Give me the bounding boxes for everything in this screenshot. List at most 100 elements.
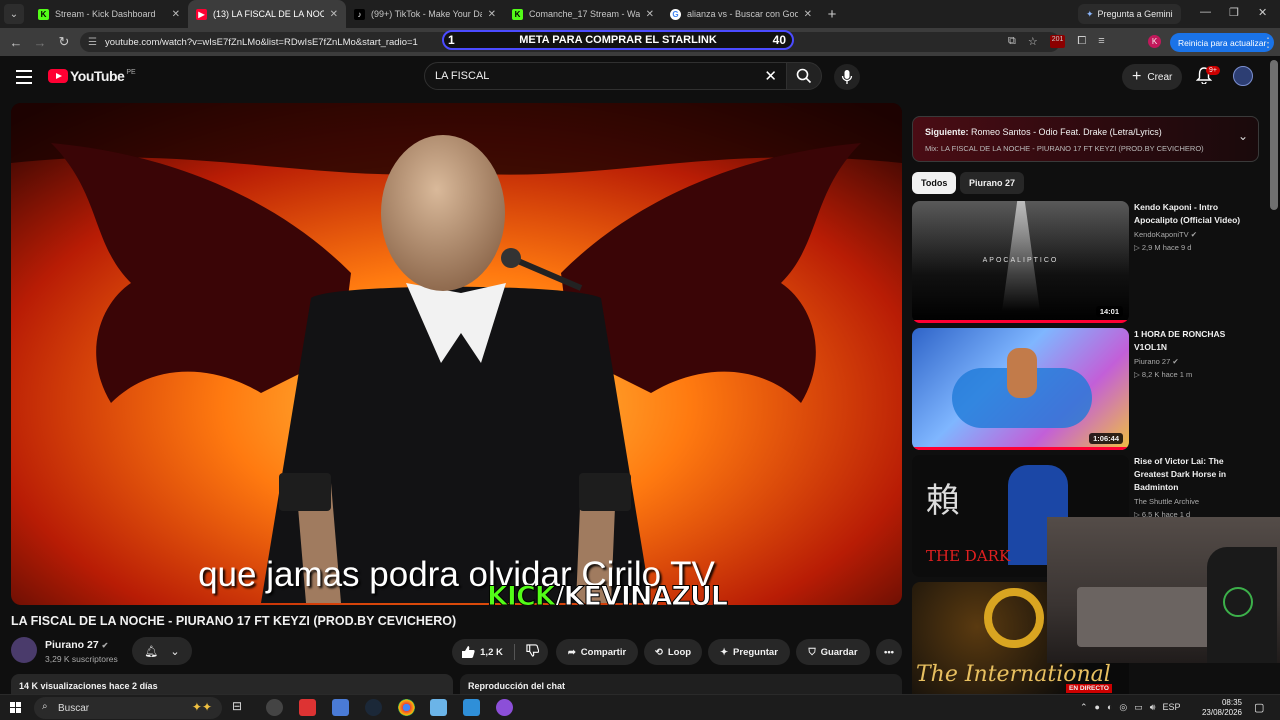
more-actions-button[interactable]: ••• <box>876 639 902 665</box>
reload-icon[interactable]: ↻ <box>52 34 76 50</box>
tray-app-icon[interactable]: ◐ <box>1107 702 1112 713</box>
related-channel[interactable]: The Shuttle Archive <box>1134 497 1199 506</box>
video-thumbnail[interactable]: 1:06:44 <box>912 328 1129 450</box>
close-window-icon[interactable]: ✕ <box>1258 6 1267 19</box>
gemini-button[interactable]: ✦ Pregunta a Gemini <box>1078 4 1181 24</box>
ask-button[interactable]: ✦ Preguntar <box>708 639 790 665</box>
youtube-wordmark: YouTube <box>70 68 125 84</box>
chip-todos[interactable]: Todos <box>912 172 957 194</box>
bookmark-star-icon[interactable]: ☆ <box>1028 35 1038 48</box>
duration-text: 14:01 <box>1099 307 1119 316</box>
tray-app-icon[interactable]: ● <box>1095 702 1100 713</box>
video-player[interactable]: que jamas podra olvidar Cirilo TV KICK/K… <box>11 103 902 605</box>
duration-text: 1:06:44 <box>1093 434 1119 443</box>
subscribed-button[interactable]: 🔔︎ ⌄ <box>132 637 192 665</box>
chrome-icon[interactable] <box>398 699 415 716</box>
search-button[interactable] <box>786 62 822 90</box>
duration-badge: 1:06:44 <box>1089 433 1123 444</box>
extensions-icon[interactable]: ⧠ <box>1077 35 1086 48</box>
description-box[interactable]: 14 K visualizaciones hace 2 días <box>11 674 453 696</box>
page-scrollbar[interactable] <box>1270 60 1278 210</box>
volume-icon[interactable]: 🔊︎ <box>1150 702 1156 713</box>
goal-target: 40 <box>772 33 786 47</box>
close-icon[interactable]: ✕ <box>488 9 496 20</box>
related-video-1[interactable]: APOCALIPTICO 14:01 Kendo Kaponi - Intro … <box>912 201 1262 323</box>
youtube-logo[interactable]: YouTube PE <box>48 68 136 84</box>
steam-icon[interactable] <box>365 699 382 716</box>
tab-youtube[interactable]: ▶ (13) LA FISCAL DE LA NOCHE - ✕ <box>188 0 346 28</box>
minimize-icon[interactable]: — <box>1200 6 1211 18</box>
hamburger-menu-icon[interactable] <box>16 70 32 88</box>
taskbar-search-label: Buscar <box>58 702 90 714</box>
channel-name[interactable]: Piurano 27 ✔ <box>45 639 108 651</box>
close-icon[interactable]: ✕ <box>646 9 654 20</box>
tab-search-button[interactable]: ⌄ <box>4 4 24 24</box>
channel-avatar[interactable] <box>11 637 37 663</box>
language-indicator[interactable]: ESP <box>1162 702 1180 713</box>
thumbs-down-icon <box>526 644 540 657</box>
chevron-up-icon[interactable]: ⌃ <box>1080 702 1088 713</box>
plus-icon: + <box>1132 68 1142 85</box>
kebab-menu-icon[interactable]: ⋮ <box>1256 35 1280 51</box>
app-icon-calculator[interactable] <box>332 699 349 716</box>
goal-text: META PARA COMPRAR EL STARLINK <box>519 34 717 46</box>
task-view-icon[interactable]: ⊟ <box>232 699 249 716</box>
notification-center-icon[interactable]: ▢ <box>1254 701 1264 714</box>
tab-kick-dashboard[interactable]: K Stream - Kick Dashboard ✕ <box>30 0 188 28</box>
bookmark-icon: ⛉ <box>808 646 816 658</box>
related-channel[interactable]: Piurano 27 ✔ <box>1134 357 1179 366</box>
tiktok-icon: ♪ <box>354 8 365 20</box>
tray-app-icon[interactable]: ◎ <box>1119 702 1127 713</box>
loop-button[interactable]: ⟲ Loop <box>644 639 702 665</box>
watch-progress-bar <box>912 447 1129 450</box>
like-button[interactable]: 1,2 K <box>461 645 503 659</box>
related-title: 1 HORA DE RONCHAS V1OL1N <box>1134 329 1226 352</box>
app-icon-photos[interactable] <box>463 699 480 716</box>
related-channel-text: KendoKaponiTV <box>1134 230 1189 239</box>
app-icon-anydesk[interactable] <box>299 699 316 716</box>
microphone-icon <box>841 70 853 84</box>
close-icon[interactable]: ✕ <box>804 9 812 20</box>
reading-list-icon[interactable]: ≡ <box>1098 35 1104 48</box>
chip-piurano[interactable]: Piurano 27 <box>960 172 1025 194</box>
app-icon-streamlabs[interactable] <box>496 699 513 716</box>
account-avatar[interactable] <box>1233 66 1253 86</box>
bell-icon: 🔔︎ <box>144 645 159 658</box>
restore-icon[interactable]: ❐ <box>1229 6 1239 19</box>
forward-arrow-icon[interactable]: → <box>28 35 52 50</box>
share-button[interactable]: ➦ Compartir <box>556 639 638 665</box>
related-meta: ▷ 2,9 M hace 9 d <box>1134 243 1192 252</box>
create-button[interactable]: + Crear <box>1122 64 1183 90</box>
related-channel[interactable]: KendoKaponiTV ✔ <box>1134 230 1197 239</box>
profile-avatar[interactable]: K <box>1148 35 1161 48</box>
app-icon-notepad[interactable] <box>430 699 447 716</box>
notification-count-badge: 9+ <box>1206 66 1220 75</box>
taskbar-search[interactable]: ⌕ Buscar ✦✦ <box>34 697 222 719</box>
chat-replay-box[interactable]: Reproducción del chat <box>460 674 902 696</box>
clear-search-icon[interactable]: ✕ <box>764 67 777 85</box>
dislike-button[interactable] <box>526 644 540 660</box>
close-icon[interactable]: ✕ <box>330 9 338 20</box>
voice-search-button[interactable] <box>834 64 860 90</box>
new-tab-button[interactable]: + <box>820 6 844 23</box>
system-clock[interactable]: 08:35 23/08/2026 <box>1198 698 1242 718</box>
app-icon-obs[interactable] <box>266 699 283 716</box>
close-icon[interactable]: ✕ <box>172 9 180 20</box>
tab-tiktok[interactable]: ♪ (99+) TikTok - Make Your Day ✕ <box>346 0 504 28</box>
up-next-panel[interactable]: Siguiente: Romeo Santos - Odio Feat. Dra… <box>912 116 1259 162</box>
watch-progress-bar <box>912 320 1129 323</box>
chevron-down-icon[interactable]: ⌄ <box>1238 129 1248 143</box>
related-video-2[interactable]: 1:06:44 1 HORA DE RONCHAS V1OL1N Piurano… <box>912 328 1262 450</box>
windows-start-icon[interactable] <box>10 702 22 714</box>
install-app-icon[interactable]: ⧉ <box>1008 35 1016 48</box>
tab-kick-stream[interactable]: K Comanche_17 Stream - Watch Li ✕ <box>504 0 662 28</box>
windows-taskbar: ⌕ Buscar ✦✦ ⊟ ⌃ ● ◐ ◎ ▭ 🔊︎ ESP 08:35 23/… <box>0 694 1280 720</box>
search-input[interactable]: LA FISCAL ✕ <box>424 62 788 90</box>
network-icon[interactable]: ▭ <box>1134 702 1143 713</box>
site-info-icon[interactable]: ☰ <box>88 37 97 48</box>
save-button[interactable]: ⛉ Guardar <box>796 639 870 665</box>
video-thumbnail[interactable]: APOCALIPTICO 14:01 <box>912 201 1129 323</box>
back-arrow-icon[interactable]: ← <box>4 35 28 50</box>
tab-google[interactable]: G alianza vs - Buscar con Google ✕ <box>662 0 820 28</box>
extension-badge[interactable]: 201 <box>1049 35 1066 48</box>
